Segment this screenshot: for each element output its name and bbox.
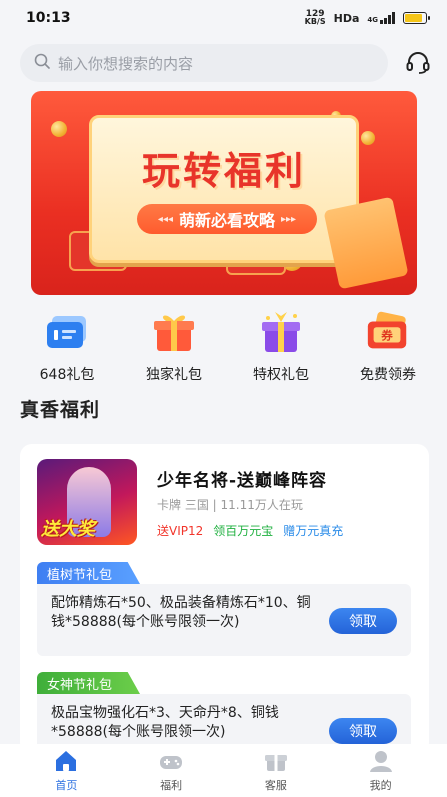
tab-home[interactable]: 首页 [36,749,96,793]
quick-action-648-gift[interactable]: 648礼包 [22,310,112,384]
quick-actions: 648礼包 独家礼包 特权礼包 券 免费领券 [0,310,447,384]
banner-subtitle-button[interactable]: ◂◂◂ 萌新必看攻略 ▸▸▸ [137,204,317,234]
search-placeholder: 输入你想搜索的内容 [58,54,194,73]
game-tags: 送VIP12 领百万元宝 赠万元真充 [157,522,343,539]
claim-button[interactable]: 领取 [329,608,397,634]
status-bar: 10:13 129 KB/S HDa 4G [0,0,447,36]
gift-box-icon [150,310,198,354]
tab-label: 客服 [264,778,287,792]
gift-tab: 女神节礼包 [37,672,141,694]
battery-icon [403,12,430,24]
game-tag: 送VIP12 [157,524,204,538]
banner-card: 玩转福利 ◂◂◂ 萌新必看攻略 ▸▸▸ [89,115,359,263]
signal-icon: 4G [367,12,395,24]
gift-tab: 植树节礼包 [37,562,141,584]
quick-action-label: 特权礼包 [253,367,309,383]
gift-description: 极品宝物强化石*3、天命丹*8、铜钱*58888(每个账号限领一次) [51,705,279,740]
quick-action-exclusive-gift[interactable]: 独家礼包 [129,310,219,384]
search-row: 输入你想搜索的内容 [20,44,432,82]
quick-action-label: 648礼包 [39,367,95,383]
privilege-gift-icon [257,310,305,354]
quick-action-label: 独家礼包 [146,367,202,383]
gift-icon [263,749,289,773]
tab-service[interactable]: 客服 [246,749,306,793]
headset-icon[interactable] [404,49,432,77]
svg-text:券: 券 [380,329,393,343]
arrows-right-icon: ▸▸▸ [281,213,297,225]
coin-decoration [361,131,375,145]
tab-profile[interactable]: 我的 [351,749,411,793]
coin-decoration [51,121,67,137]
signal-label: 4G [367,16,378,24]
net-speed: 129 KB/S [305,10,326,26]
promo-banner[interactable]: 玩转福利 ◂◂◂ 萌新必看攻略 ▸▸▸ [31,91,417,295]
tab-label: 我的 [369,778,392,792]
game-tag: 赠万元真充 [283,524,344,538]
quick-action-privilege-gift[interactable]: 特权礼包 [236,310,326,384]
arrows-left-icon: ◂◂◂ [157,213,173,225]
tab-label: 福利 [160,778,183,792]
tab-welfare[interactable]: 福利 [141,749,201,793]
game-cover-text: 送大奖 [41,519,95,540]
net-speed-unit: KB/S [304,17,326,26]
voucher-decoration [323,196,409,290]
tab-label: 首页 [55,778,78,792]
game-name: 少年名将-送巅峰阵容 [157,471,328,491]
status-time: 10:13 [26,10,71,26]
section-title: 真香福利 [20,399,101,421]
game-cover-image[interactable]: 送大奖 [37,459,137,545]
gift-description: 配饰精炼石*50、极品装备精炼石*10、铜钱*58888(每个账号限领一次) [51,595,311,630]
game-card[interactable]: 送大奖 少年名将-送巅峰阵容 卡牌 三国 | 11.11万人在玩 送VIP12 … [20,444,429,766]
gamepad-icon [158,749,184,773]
bottom-tab-bar: 首页 福利 客服 我的 [0,744,447,797]
ticket-icon [43,310,91,354]
status-indicators: 129 KB/S HDa 4G [305,10,430,26]
claim-button[interactable]: 领取 [329,718,397,744]
home-icon [53,749,79,773]
quick-action-free-coupon[interactable]: 券 免费领券 [343,310,433,384]
quick-action-label: 免费领券 [360,367,416,383]
coupon-icon: 券 [364,310,412,354]
banner-subtitle: 萌新必看攻略 [178,211,275,230]
banner-title: 玩转福利 [141,149,306,193]
gift-body: 配饰精炼石*50、极品装备精炼石*10、铜钱*58888(每个账号限领一次) 领… [37,584,411,656]
search-input[interactable]: 输入你想搜索的内容 [20,44,388,82]
search-icon [34,53,50,73]
network-label: HDa [333,11,360,25]
user-icon [368,749,394,773]
game-meta: 卡牌 三国 | 11.11万人在玩 [157,498,303,512]
game-tag: 领百万元宝 [213,524,274,538]
